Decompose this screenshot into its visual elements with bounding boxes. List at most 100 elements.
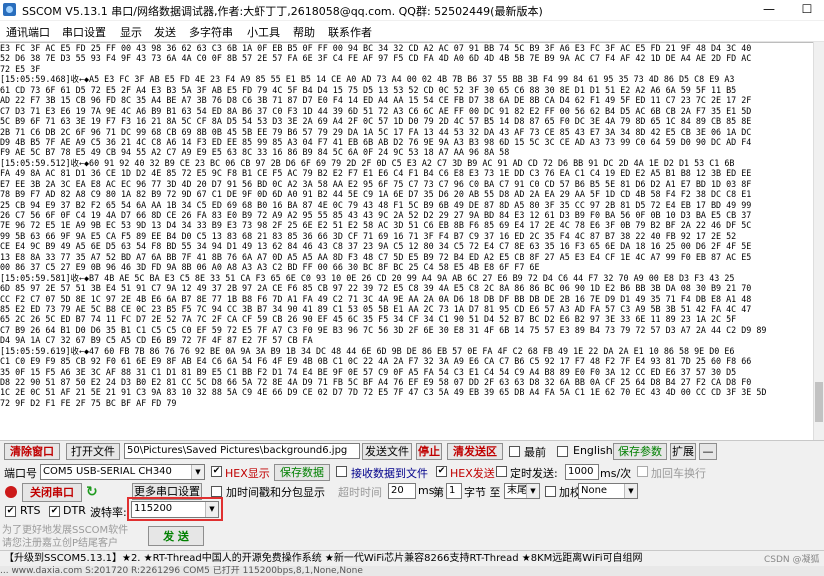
byte-mid-label: 字节 至 <box>464 486 501 499</box>
receive-data-line: 72 E5 3F <box>0 63 41 74</box>
receive-data-area[interactable]: E3 FC 3F AC E5 FD 25 FF 00 43 98 36 62 6… <box>0 42 813 441</box>
minimize-button[interactable]: — <box>752 0 786 20</box>
receive-data-line: D8 22 90 51 87 50 E2 24 D3 B0 E2 81 CC 5… <box>0 377 752 387</box>
rts-label: RTS <box>20 504 41 517</box>
checksum-checkbox[interactable] <box>545 486 556 497</box>
collapse-button[interactable]: — <box>699 443 717 460</box>
byte-end-value: 末尾 <box>507 485 527 496</box>
clear-send-button[interactable]: 清发送区 <box>447 443 503 460</box>
menu-contact[interactable]: 联系作者 <box>328 24 372 40</box>
highlight-box <box>127 497 223 521</box>
byte-end-select[interactable]: 末尾 ▼ <box>504 483 540 499</box>
recv-to-file-checkbox[interactable] <box>336 466 347 477</box>
interval-input[interactable]: 1000 <box>565 464 599 480</box>
hex-display-label: HEX显示 <box>225 467 270 480</box>
refresh-icon[interactable]: ↻ <box>86 484 98 500</box>
file-path-input[interactable]: 50\Pictures\Saved Pictures\background6.j… <box>124 443 360 459</box>
timeout-label: 超时时间 <box>338 486 382 499</box>
hex-display-checkbox[interactable]: ✔ <box>211 466 222 477</box>
timestamp-checkbox[interactable] <box>211 486 222 497</box>
menu-serial-settings[interactable]: 串口设置 <box>62 24 106 40</box>
receive-data-line: C1 C0 E9 F9 85 CB 92 F0 61 6E E9 8F AB E… <box>0 356 752 367</box>
receive-data-line: AD 22 F7 3B 15 CB 96 FD 8C 35 A4 BE A7 3… <box>0 95 752 106</box>
receive-data-line: C7 B9 26 64 B1 D0 D6 35 B1 C1 C5 C5 C0 E… <box>0 324 767 335</box>
receive-data-line: 61 CD 73 6F 61 D5 72 E5 2F A4 E3 B3 5A 3… <box>0 84 737 95</box>
menu-bar: 通讯端口 串口设置 显示 发送 多字符串 小工具 帮助 联系作者 <box>0 21 824 42</box>
receive-data-line: 13 E8 8A 33 77 35 A7 52 BD A7 6A BB 7F 4… <box>0 251 752 262</box>
timeout-input[interactable]: 20 <box>388 483 416 499</box>
byte-start-input[interactable]: 1 <box>446 483 462 499</box>
receive-data-line: 99 5B 63 66 9F 9A E5 CA F5 89 EE B4 D0 C… <box>0 230 737 241</box>
receive-data-line: CC F2 C7 07 5D 8E 1C 97 2E 4B E6 6A B7 8… <box>0 293 752 304</box>
port-status-icon <box>5 486 17 498</box>
receive-data-line: [15:05:59.468]收←◆A5 E3 FC 3F AB E5 FD 4E… <box>0 74 735 85</box>
chevron-down-icon: ▼ <box>526 484 539 498</box>
receive-data-line: FA 49 8A AC 81 D1 36 CE 1D D2 4E 85 72 E… <box>0 168 752 179</box>
clear-window-button[interactable]: 清除窗口 <box>4 443 60 460</box>
add-newline-label: 加回车换行 <box>651 467 706 480</box>
timed-send-label: 定时发送: <box>510 467 558 480</box>
receive-data-line: 25 CB 94 E9 37 B2 F2 65 54 6A AA 1B 34 C… <box>0 199 752 210</box>
receive-data-line: E7 EE 3B 2A 3C EA E8 AC EC 96 77 3D 4D 2… <box>0 178 752 189</box>
receive-data-line: 00 86 37 C5 27 E9 0B 96 46 3D FD 9A 8B 0… <box>0 262 540 273</box>
checksum-select[interactable]: None ▼ <box>578 483 638 499</box>
menu-port[interactable]: 通讯端口 <box>6 24 50 40</box>
receive-data-line: 85 E2 ED 73 79 AE 5C B8 CE 0C 23 B5 F5 7… <box>0 303 752 314</box>
receive-data-line: 65 2C 26 5C ED B7 74 11 FC D7 2E 52 7A 7… <box>0 314 737 325</box>
menu-display[interactable]: 显示 <box>120 24 142 40</box>
port-value: COM5 USB-SERIAL CH340 <box>43 466 172 477</box>
receive-data-line: 5C B9 6F 71 63 3E 19 F7 F3 16 21 8A 5C C… <box>0 116 752 127</box>
recv-to-file-label: 接收数据到文件 <box>351 467 428 480</box>
receive-data-line: C7 D3 71 E3 E6 19 7A 9E 4C A6 B9 B1 63 5… <box>0 105 752 116</box>
receive-data-line: E3 FC 3F AC E5 FD 25 FF 00 43 98 36 62 6… <box>0 43 752 53</box>
interval-unit: ms/次 <box>600 467 632 480</box>
send-file-button[interactable]: 发送文件 <box>362 443 412 460</box>
timed-send-checkbox[interactable] <box>496 466 507 477</box>
menu-multi-string[interactable]: 多字符串 <box>189 24 233 40</box>
status-bar-text: 【升级到SSCOM5.13.1】★2. ★RT-Thread中国人的开源免费操作… <box>4 553 643 564</box>
english-checkbox[interactable] <box>557 446 568 457</box>
send-button[interactable]: 发 送 <box>148 526 204 546</box>
rts-checkbox[interactable]: ✔ <box>5 506 16 517</box>
hex-send-checkbox[interactable]: ✔ <box>436 466 447 477</box>
port-label: 端口号 <box>4 467 37 480</box>
receive-data-line: 6D 85 97 2E 57 51 3B E4 51 91 C7 9A 12 4… <box>0 283 752 294</box>
receive-data-line: 52 D6 38 7E D3 55 93 F4 9F 43 73 6A 4A C… <box>0 53 752 64</box>
stop-button[interactable]: 停止 <box>416 443 442 460</box>
port-select[interactable]: COM5 USB-SERIAL CH340 ▼ <box>40 464 205 480</box>
receive-data-line: 2B 71 C6 DB 2C 6F 96 71 DC 99 68 CB 69 8… <box>0 126 752 137</box>
receive-data-line: [15:05:59.619]收←◆47 60 FB 7B 86 76 76 92… <box>0 345 735 356</box>
hex-send-label: HEX发送 <box>450 467 495 480</box>
menu-send[interactable]: 发送 <box>154 24 176 40</box>
english-label: English <box>573 444 613 457</box>
app-icon <box>3 3 16 16</box>
receive-data-line: 35 0F 15 F5 A6 3E 3C AF 88 31 C1 D1 81 B… <box>0 366 737 377</box>
dtr-label: DTR <box>63 504 86 517</box>
title-bar: SSCOM V5.13.1 串口/网络数据调试器,作者:大虾丁丁,2618058… <box>0 0 824 20</box>
close-port-button[interactable]: 关闭串口 <box>22 483 82 502</box>
add-newline-checkbox[interactable] <box>637 466 648 477</box>
promo-line-2: 请您注册嘉立创P结尾客户 <box>2 538 119 549</box>
menu-tools[interactable]: 小工具 <box>247 24 280 40</box>
status-bar: 【升级到SSCOM5.13.1】★2. ★RT-Thread中国人的开源免费操作… <box>0 550 824 567</box>
receive-data-line: [15:05:59.512]收←◆60 91 92 40 32 B9 CE 23… <box>0 157 735 168</box>
save-data-button[interactable]: 保存数据 <box>274 464 330 481</box>
open-file-button[interactable]: 打开文件 <box>66 443 120 460</box>
maximize-button[interactable]: ☐ <box>790 0 824 20</box>
receive-data-line: 72 9F D2 F1 FE 2F 75 BC BF AF FD 79 <box>0 397 177 408</box>
scrollbar-thumb[interactable] <box>815 382 823 422</box>
receive-scrollbar[interactable] <box>813 42 824 440</box>
save-params-button[interactable]: 保存参数 <box>613 443 667 460</box>
topmost-checkbox[interactable] <box>509 446 520 457</box>
expand-button[interactable]: 扩展 <box>670 443 696 460</box>
menu-help[interactable]: 帮助 <box>293 24 315 40</box>
topmost-label: 最前 <box>524 446 546 459</box>
bottom-strip: ... www.daxia.com S:201720 R:2261296 COM… <box>0 566 824 576</box>
receive-data-line: F9 AE 5C B7 78 E5 49 CB 94 55 A2 C7 A9 E… <box>0 147 510 158</box>
receive-data-line: D9 4B B5 7F AE A9 C5 36 21 4C C8 A6 14 F… <box>0 136 752 147</box>
chevron-down-icon: ▼ <box>624 484 637 498</box>
receive-data-line: CE E4 9C B9 49 A5 6E D5 63 54 F8 BD 55 3… <box>0 241 752 252</box>
timestamp-label: 加时间戳和分包显示 <box>226 486 325 499</box>
dtr-checkbox[interactable]: ✔ <box>49 506 60 517</box>
receive-data-line: 78 B9 F7 AD 82 A8 C9 80 1A 82 B9 72 9D 6… <box>0 189 752 200</box>
